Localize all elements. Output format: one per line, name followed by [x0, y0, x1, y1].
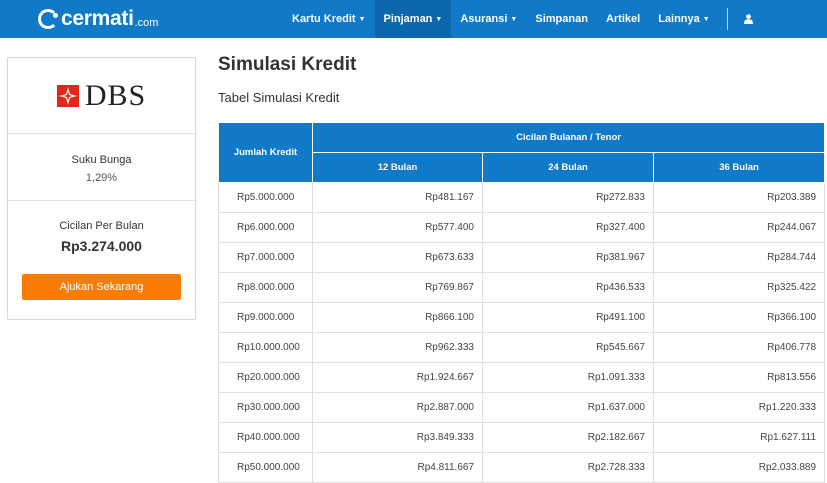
dbs-star-icon	[56, 84, 79, 107]
chevron-down-icon: ▼	[358, 15, 366, 23]
installment-cell: Rp381.967	[482, 242, 654, 273]
top-navbar: cermati .com Kartu Kredit ▼ Pinjaman ▼ Asura…	[0, 0, 827, 38]
column-header-tenor: 36 Bulan	[652, 152, 826, 183]
table-row: Rp50.000.000 Rp4.811.667 Rp2.728.333 Rp2.03…	[218, 452, 826, 483]
table-row: Rp7.000.000 Rp673.633 Rp381.967 Rp284.744	[218, 242, 826, 273]
table-row: Rp9.000.000 Rp866.100 Rp491.100 Rp366.100	[218, 302, 826, 333]
installment-cell: Rp769.867	[312, 272, 483, 303]
logo-wordmark: cermati	[61, 7, 134, 30]
installment-value: Rp3.274.000	[61, 238, 142, 254]
installment-cell: Rp203.389	[652, 182, 826, 213]
nav-item-asuransi[interactable]: Asuransi ▼	[451, 0, 526, 38]
installment-cell: Rp1.637.000	[482, 392, 654, 423]
installment-cell: Rp327.400	[482, 212, 654, 243]
installment-cell: Rp284.744	[652, 242, 826, 273]
chevron-down-icon: ▼	[510, 15, 518, 23]
installment-cell: Rp244.067	[652, 212, 826, 243]
installment-cell: Rp325.422	[652, 272, 826, 303]
installment-cell: Rp962.333	[312, 332, 483, 363]
bank-name: DBS	[84, 78, 147, 112]
nav-item-label: Pinjaman	[383, 13, 433, 25]
loan-amount-cell: Rp20.000.000	[218, 362, 313, 393]
installment-cell: Rp436.533	[482, 272, 654, 303]
chevron-down-icon: ▼	[435, 15, 443, 23]
loan-amount-cell: Rp9.000.000	[218, 302, 313, 333]
loan-amount-cell: Rp7.000.000	[218, 242, 313, 273]
loan-amount-cell: Rp10.000.000	[218, 332, 313, 363]
nav-item-label: Asuransi	[460, 13, 508, 25]
table-row: Rp10.000.000 Rp962.333 Rp545.667 Rp406.778	[218, 332, 826, 363]
interest-rate-value: 1,29%	[85, 172, 118, 184]
installment-cell: Rp577.400	[312, 212, 483, 243]
nav-item-label: Simpanan	[535, 13, 588, 25]
nav-item-pinjaman[interactable]: Pinjaman ▼	[374, 0, 452, 38]
column-header-tenor: 24 Bulan	[482, 152, 654, 183]
logo-tld: .com	[134, 16, 159, 29]
installment-cell: Rp813.556	[652, 362, 826, 393]
installment-cell: Rp1.627.111	[652, 422, 826, 453]
column-header-amount: Jumlah Kredit	[218, 122, 313, 183]
apply-now-button[interactable]: Ajukan Sekarang	[22, 274, 181, 300]
nav-item-label: Kartu Kredit	[292, 13, 356, 25]
interest-rate-label: Suku Bunga	[71, 154, 132, 166]
installment-cell: Rp673.633	[312, 242, 483, 273]
installment-cell: Rp491.100	[482, 302, 654, 333]
installment-cell: Rp481.167	[312, 182, 483, 213]
installment-cell: Rp2.728.333	[482, 452, 654, 483]
table-row: Rp5.000.000 Rp481.167 Rp272.833 Rp203.389	[218, 182, 826, 213]
page-title: Simulasi Kredit	[218, 54, 357, 75]
installment-cell: Rp2.887.000	[312, 392, 483, 423]
nav-item-simpanan[interactable]: Simpanan	[526, 0, 597, 38]
installment-cell: Rp3.849.333	[312, 422, 483, 453]
loan-amount-cell: Rp8.000.000	[218, 272, 313, 303]
chevron-down-icon: ▼	[702, 15, 710, 23]
table-row: Rp30.000.000 Rp2.887.000 Rp1.637.000 Rp1.22…	[218, 392, 826, 423]
table-row: Rp40.000.000 Rp3.849.333 Rp2.182.667 Rp1.62…	[218, 422, 826, 453]
cermati-logo-icon	[38, 9, 58, 29]
main-nav: Kartu Kredit ▼ Pinjaman ▼ Asuransi ▼ Simpanan A…	[283, 0, 759, 38]
loan-amount-cell: Rp6.000.000	[218, 212, 313, 243]
column-header-tenor: 12 Bulan	[312, 152, 483, 183]
nav-item-artikel[interactable]: Artikel	[597, 0, 649, 38]
installment-cell: Rp4.811.667	[312, 452, 483, 483]
nav-divider	[726, 8, 728, 30]
table-row: Rp8.000.000 Rp769.867 Rp436.533 Rp325.422	[218, 272, 826, 303]
installment-cell: Rp366.100	[652, 302, 826, 333]
installment-cell: Rp2.182.667	[482, 422, 654, 453]
user-icon[interactable]	[738, 0, 759, 38]
installment-cell: Rp1.091.333	[482, 362, 654, 393]
column-header-group: Cicilan Bulanan / Tenor	[311, 122, 826, 153]
nav-item-kartu-kredit[interactable]: Kartu Kredit ▼	[283, 0, 375, 38]
loan-amount-cell: Rp30.000.000	[218, 392, 313, 423]
installment-cell: Rp2.033.889	[652, 452, 826, 483]
nav-item-label: Artikel	[605, 13, 641, 25]
bank-logo: DBS	[8, 58, 195, 134]
installment-cell: Rp866.100	[312, 302, 483, 333]
nav-item-label: Lainnya	[658, 13, 700, 25]
loan-amount-cell: Rp40.000.000	[218, 422, 313, 453]
table-row: Rp20.000.000 Rp1.924.667 Rp1.091.333 Rp813.…	[218, 362, 826, 393]
loan-amount-cell: Rp5.000.000	[218, 182, 313, 213]
credit-simulation-table: Jumlah Kredit Cicilan Bulanan / Tenor 12…	[218, 122, 826, 483]
loan-amount-cell: Rp50.000.000	[218, 452, 313, 483]
installment-cell: Rp406.778	[652, 332, 826, 363]
table-row: Rp6.000.000 Rp577.400 Rp327.400 Rp244.067	[218, 212, 826, 243]
installment-cell: Rp1.924.667	[312, 362, 483, 393]
interest-rate-section: Suku Bunga 1,29%	[8, 134, 195, 201]
nav-item-lainnya[interactable]: Lainnya ▼	[649, 0, 719, 38]
cermati-logo[interactable]: cermati .com	[38, 7, 158, 31]
installment-section: Cicilan Per Bulan Rp3.274.000 Ajukan Sek…	[8, 201, 195, 300]
installment-cell: Rp545.667	[482, 332, 654, 363]
loan-summary-card: DBS Suku Bunga 1,29% Cicilan Per Bulan R…	[7, 57, 196, 320]
installment-cell: Rp1.220.333	[652, 392, 826, 423]
installment-cell: Rp272.833	[482, 182, 654, 213]
table-title: Tabel Simulasi Kredit	[218, 90, 340, 105]
installment-label: Cicilan Per Bulan	[59, 220, 144, 232]
